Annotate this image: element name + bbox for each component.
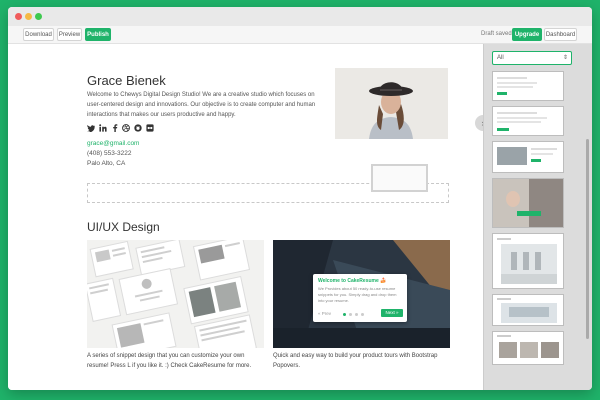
twitter-icon[interactable] [87, 124, 95, 132]
snippet-preview-image [497, 112, 547, 131]
snippet-thumbnail[interactable] [492, 106, 564, 136]
snippet-thumbnail[interactable] [492, 178, 564, 228]
snippet-thumbnail[interactable] [492, 331, 564, 365]
snippet-preview-image [497, 298, 557, 323]
facebook-icon[interactable] [111, 124, 119, 132]
profile-intro[interactable]: Welcome to Chewys Digital Design Studio!… [87, 90, 327, 120]
section-title[interactable]: UI/UX Design [87, 220, 160, 234]
minimize-window-icon[interactable] [25, 13, 32, 20]
profile-name[interactable]: Grace Bienek [87, 73, 166, 88]
snippet-preview-image [497, 77, 537, 95]
popover-step-dot[interactable] [349, 313, 352, 316]
popover-card[interactable]: Welcome to CakeResume 🍰 We Provides abou… [313, 274, 407, 322]
editor-toolbar: Download Preview Publish Draft saved Upg… [8, 26, 592, 44]
app-window: Download Preview Publish Draft saved Upg… [8, 7, 592, 390]
popover-prev-button[interactable]: « Prev [318, 311, 331, 316]
snippet-thumbnail[interactable] [492, 233, 564, 289]
snippet-preview-image [497, 147, 557, 165]
preview-button[interactable]: Preview [57, 28, 82, 41]
upgrade-button[interactable]: Upgrade [512, 28, 542, 41]
resume-canvas: Grace Bienek Welcome to Chewys Digital D… [8, 44, 483, 390]
flickr-icon[interactable] [146, 124, 154, 132]
snippet-preview-image [497, 335, 559, 358]
download-button[interactable]: Download [23, 28, 54, 41]
profile-phone[interactable]: (408) 553-3222 [87, 150, 131, 157]
dropdown-arrows-icon: ⇕ [562, 55, 568, 61]
snippet-filter-value: All [497, 55, 504, 61]
sidebar-scrollbar[interactable] [586, 139, 589, 339]
snippet-preview-image [497, 238, 557, 284]
close-window-icon[interactable] [15, 13, 22, 20]
portrait-image [335, 68, 448, 139]
publish-button[interactable]: Publish [85, 28, 111, 41]
maximize-window-icon[interactable] [35, 13, 42, 20]
dribbble-icon[interactable] [122, 124, 130, 132]
snippet-thumbnail[interactable] [492, 71, 564, 101]
dashboard-button[interactable]: Dashboard [544, 28, 577, 41]
portfolio-caption[interactable]: A series of snippet design that you can … [87, 351, 264, 371]
snippet-thumbnail[interactable] [492, 294, 564, 326]
snippet-collage-image [87, 240, 264, 348]
popover-body: We Provides about 50 ready-to-use resume… [318, 286, 397, 303]
portfolio-image-popovers[interactable]: Welcome to CakeResume 🍰 We Provides abou… [273, 240, 450, 348]
profile-email[interactable]: grace@gmail.com [87, 140, 139, 147]
portfolio-image-snippets[interactable] [87, 240, 264, 348]
chevron-right-icon[interactable]: › [475, 115, 483, 131]
portfolio-caption[interactable]: Quick and easy way to build your product… [273, 351, 450, 371]
snippet-filter-select[interactable]: All ⇕ [492, 51, 572, 65]
dragged-snippet-placeholder[interactable] [371, 164, 428, 192]
popover-title: Welcome to CakeResume 🍰 [318, 278, 387, 284]
popover-step-dot[interactable] [355, 313, 358, 316]
snippet-sidebar: All ⇕ [483, 44, 592, 390]
profile-location[interactable]: Palo Alto, CA [87, 160, 125, 167]
popover-next-button[interactable]: Next » [381, 309, 403, 317]
snippet-thumbnail[interactable] [492, 141, 564, 173]
github-icon[interactable] [134, 124, 142, 132]
linkedin-icon[interactable] [99, 124, 107, 132]
profile-photo[interactable] [335, 68, 448, 139]
window-titlebar [8, 7, 592, 26]
snippet-preview-image [493, 179, 563, 227]
popover-step-dot[interactable] [343, 313, 346, 316]
popover-step-dot[interactable] [361, 313, 364, 316]
save-status: Draft saved [481, 31, 512, 37]
